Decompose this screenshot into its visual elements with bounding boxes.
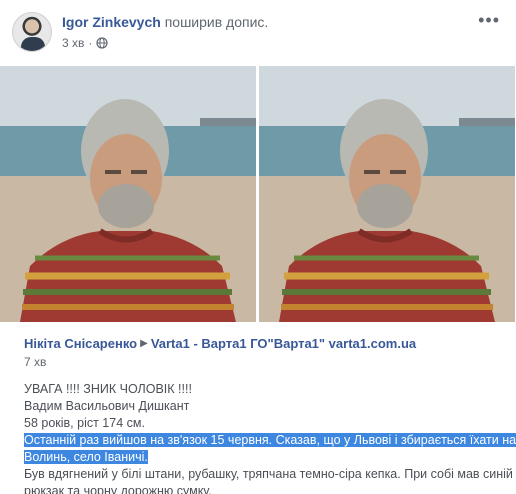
- more-options-button[interactable]: •••: [478, 11, 500, 29]
- shared-author-link[interactable]: Нікіта Снісаренко: [24, 336, 137, 351]
- shared-post: Нікіта Снісаренко ▶ Varta1 - Варта1 ГО"В…: [24, 336, 516, 494]
- photo-1[interactable]: [0, 66, 256, 322]
- photo-gallery: [0, 66, 516, 324]
- author-name[interactable]: Igor Zinkevych: [62, 14, 161, 30]
- triangle-right-icon: ▶: [140, 338, 148, 349]
- shared-timestamp[interactable]: 7 хв: [24, 355, 504, 369]
- post-meta: 3 хв ·: [62, 36, 108, 50]
- selected-text-line: Волинь, село Іваничі.: [24, 450, 148, 464]
- shared-page-link[interactable]: Varta1 - Варта1 ГО"Варта1" varta1.com.ua: [151, 336, 416, 351]
- share-action-text: поширив допис.: [164, 14, 269, 30]
- post-timestamp[interactable]: 3 хв: [62, 36, 84, 50]
- man-photo-image: [0, 66, 256, 322]
- post-header-line: Igor Zinkevych поширив допис.: [62, 14, 268, 30]
- post-text-line: 58 років, ріст 174 см.: [24, 416, 145, 430]
- post-text-line: Вадим Васильович Дишкант: [24, 399, 190, 413]
- man-photo-image: [259, 66, 515, 322]
- globe-icon: [96, 37, 108, 49]
- post-text-line: УВАГА !!!! ЗНИК ЧОЛОВІК !!!!: [24, 382, 192, 396]
- selected-text-line: Останній раз вийшов на зв'язок 15 червня…: [24, 433, 516, 447]
- avatar[interactable]: [12, 12, 52, 52]
- post-header: Igor Zinkevych поширив допис. 3 хв · •••: [10, 8, 506, 54]
- shared-post-header: Нікіта Снісаренко ▶ Varta1 - Варта1 ГО"В…: [24, 336, 504, 351]
- post-text: УВАГА !!!! ЗНИК ЧОЛОВІК !!!! Вадим Васил…: [24, 381, 516, 494]
- post-text-line: рюкзак та чорну дорожню сумку.: [24, 484, 212, 494]
- photo-2[interactable]: [259, 66, 515, 322]
- post-text-line: Був вдягнений у білі штани, рубашку, тря…: [24, 467, 513, 481]
